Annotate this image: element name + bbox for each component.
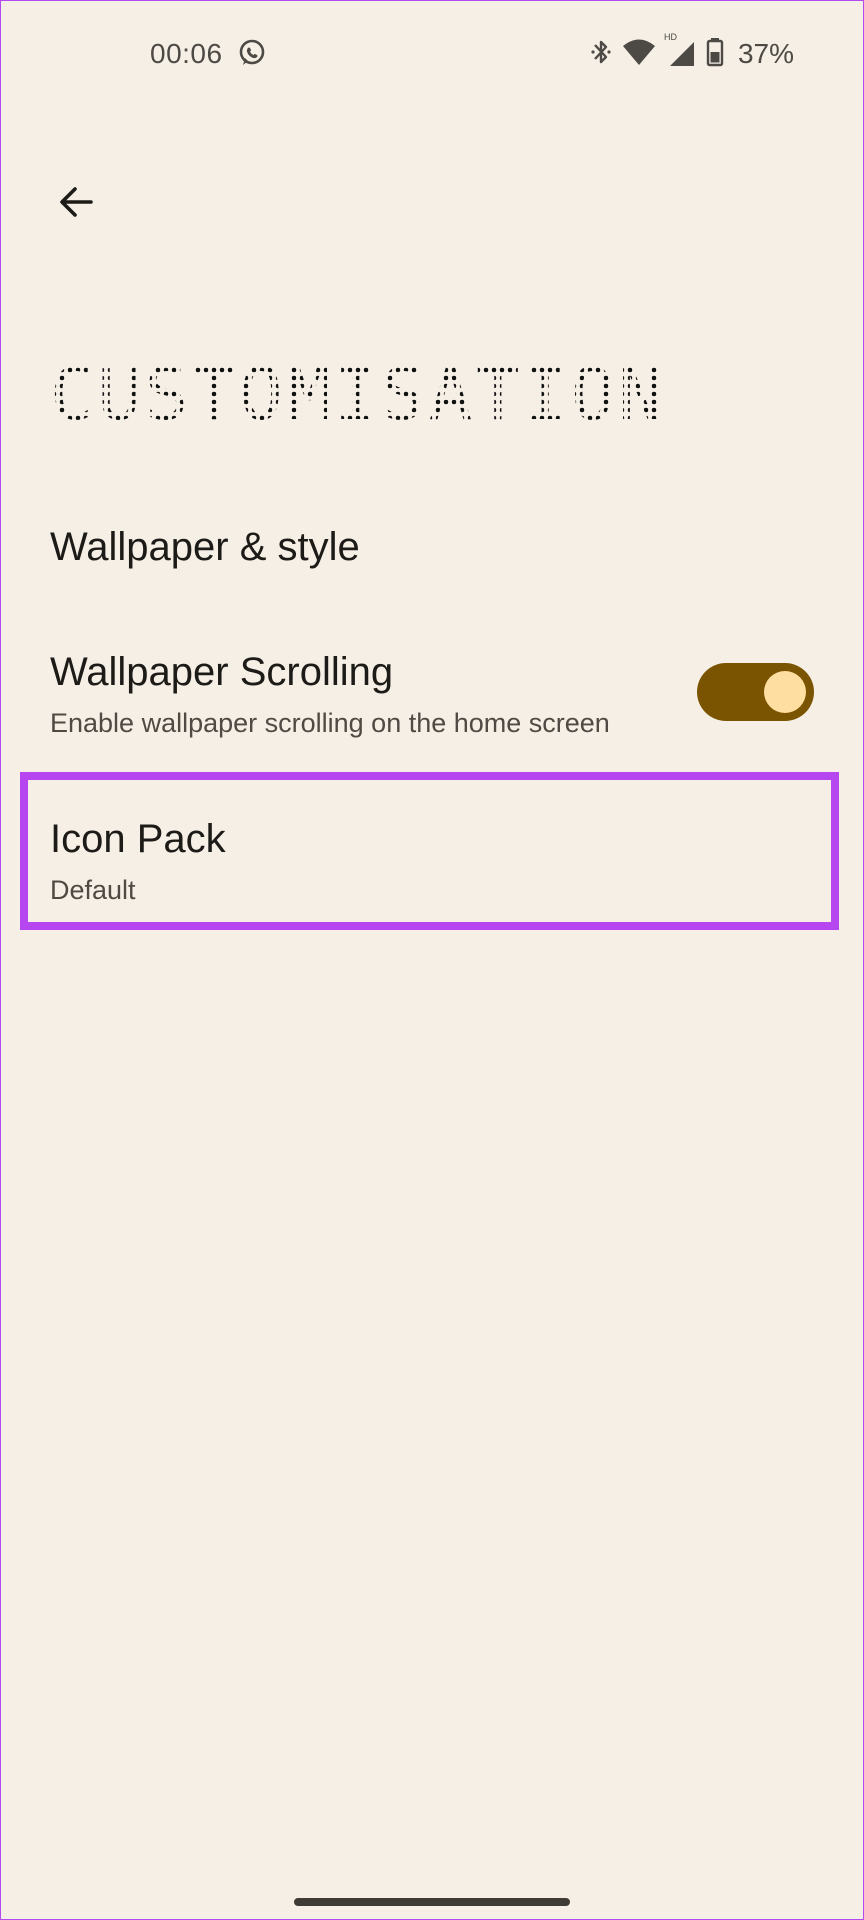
gesture-navigation-bar[interactable] [294, 1898, 570, 1906]
wifi-icon [622, 37, 656, 72]
settings-item-icon-pack[interactable]: Icon Pack Default [0, 772, 864, 938]
network-badge-text: HD [663, 31, 677, 42]
bluetooth-icon [590, 37, 612, 72]
settings-item-title: Icon Pack [50, 817, 226, 861]
status-indicators: HD 37% [590, 32, 794, 73]
settings-item-wallpaper-style[interactable]: Wallpaper & style [0, 515, 864, 615]
status-bar: 00:06 HD 37% [0, 0, 864, 110]
status-time: 00:06 [150, 38, 223, 69]
wallpaper-scrolling-toggle[interactable] [697, 663, 814, 721]
toggle-knob [764, 671, 806, 713]
settings-item-title: Wallpaper & style [50, 525, 360, 569]
screen-frame [0, 0, 864, 1920]
cellular-hd-icon: HD [664, 32, 696, 73]
back-button[interactable] [52, 178, 100, 226]
battery-icon [706, 37, 724, 72]
whatsapp-icon [237, 38, 267, 68]
settings-item-subtitle: Enable wallpaper scrolling on the home s… [50, 708, 610, 738]
settings-item-title: Wallpaper Scrolling [50, 650, 394, 694]
settings-item-wallpaper-scrolling[interactable]: Wallpaper Scrolling Enable wallpaper scr… [0, 640, 864, 760]
page-title: CUSTOMISATION [50, 352, 666, 436]
settings-item-subtitle: Default [50, 875, 136, 905]
arrow-left-icon [60, 187, 93, 217]
battery-percent: 37% [737, 38, 794, 69]
